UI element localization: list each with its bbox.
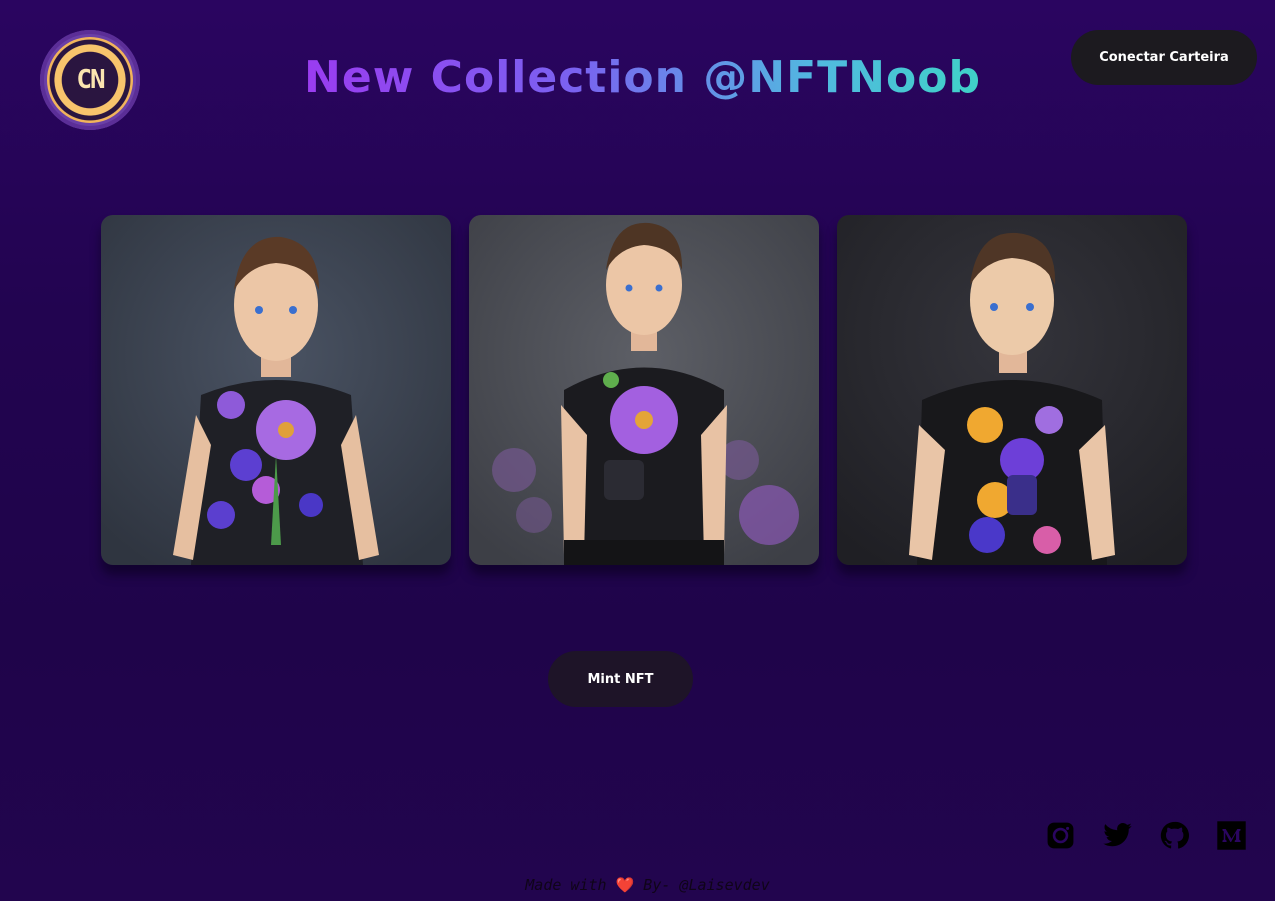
connect-wallet-button[interactable]: Conectar Carteira bbox=[1071, 30, 1257, 85]
nft-image-3 bbox=[837, 215, 1187, 565]
nft-image-2 bbox=[469, 215, 819, 565]
nft-gallery bbox=[101, 215, 1187, 565]
footer-credit: Made with ❤️ By- @Laisevdev bbox=[0, 876, 1275, 894]
footer-suffix: By- @Laisevdev bbox=[643, 876, 770, 894]
social-links bbox=[1045, 820, 1247, 851]
twitter-icon[interactable] bbox=[1102, 820, 1133, 851]
nft-card-1[interactable] bbox=[101, 215, 451, 565]
medium-icon[interactable] bbox=[1216, 820, 1247, 851]
nft-image-1 bbox=[101, 215, 451, 565]
heart-icon: ❤️ bbox=[615, 876, 635, 894]
github-icon[interactable] bbox=[1159, 820, 1190, 851]
mint-nft-button[interactable]: Mint NFT bbox=[548, 651, 693, 707]
nft-card-2[interactable] bbox=[469, 215, 819, 565]
page-title-text: New Collection @NFTNoob bbox=[304, 52, 981, 103]
instagram-icon[interactable] bbox=[1045, 820, 1076, 851]
nft-card-3[interactable] bbox=[837, 215, 1187, 565]
footer-prefix: Made with bbox=[525, 876, 607, 894]
